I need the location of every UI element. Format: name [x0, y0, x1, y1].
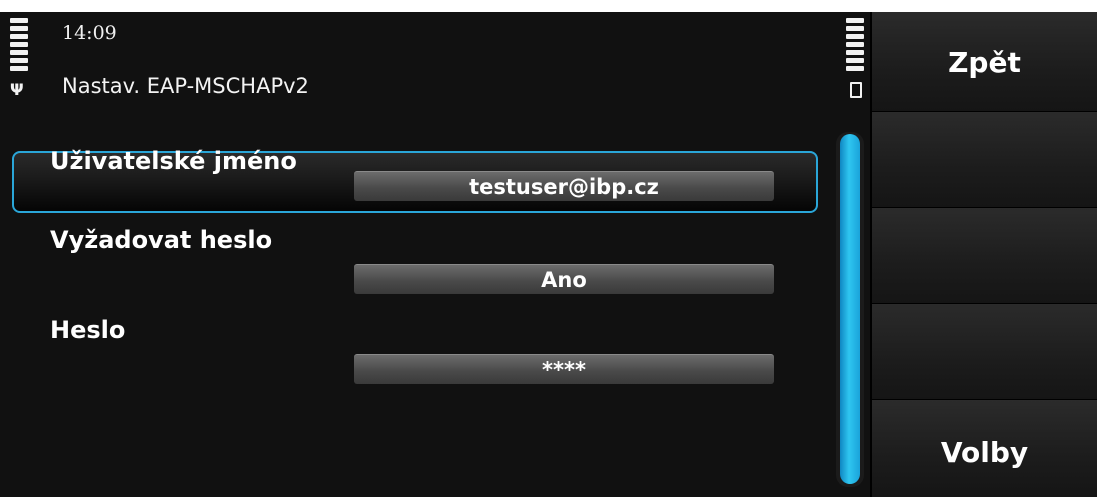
setting-label: Uživatelské jméno — [50, 147, 297, 175]
setting-require-password[interactable]: Vyžadovat heslo Ano — [12, 220, 818, 306]
scrollbar[interactable] — [836, 132, 864, 487]
require-password-value[interactable]: Ano — [354, 264, 774, 294]
setting-password[interactable]: Heslo **** — [12, 312, 818, 398]
setting-username[interactable]: Uživatelské jméno testuser@ibp.cz — [12, 147, 818, 213]
softkey-empty-1 — [872, 112, 1097, 208]
back-button[interactable]: Zpět — [872, 12, 1097, 112]
battery-level-icon — [846, 18, 864, 78]
back-button-label: Zpět — [948, 46, 1021, 79]
password-value[interactable]: **** — [354, 354, 774, 384]
softkey-panel: Zpět Volby — [870, 12, 1097, 497]
setting-label: Heslo — [50, 316, 126, 344]
scrollbar-thumb[interactable] — [840, 134, 860, 484]
username-value[interactable]: testuser@ibp.cz — [354, 171, 774, 201]
softkey-empty-3 — [872, 304, 1097, 400]
softkey-empty-2 — [872, 208, 1097, 304]
options-button-label: Volby — [940, 436, 1029, 469]
options-button[interactable]: Volby — [872, 400, 1097, 497]
main-content: Ψ 14:09 Nastav. EAP-MSCHAPv2 Uživatelské… — [0, 12, 870, 497]
settings-list: Uživatelské jméno testuser@ibp.cz Vyžado… — [0, 12, 830, 497]
setting-label: Vyžadovat heslo — [50, 226, 273, 254]
phone-screen: Ψ 14:09 Nastav. EAP-MSCHAPv2 Uživatelské… — [0, 12, 1097, 497]
battery-icon — [850, 82, 862, 98]
